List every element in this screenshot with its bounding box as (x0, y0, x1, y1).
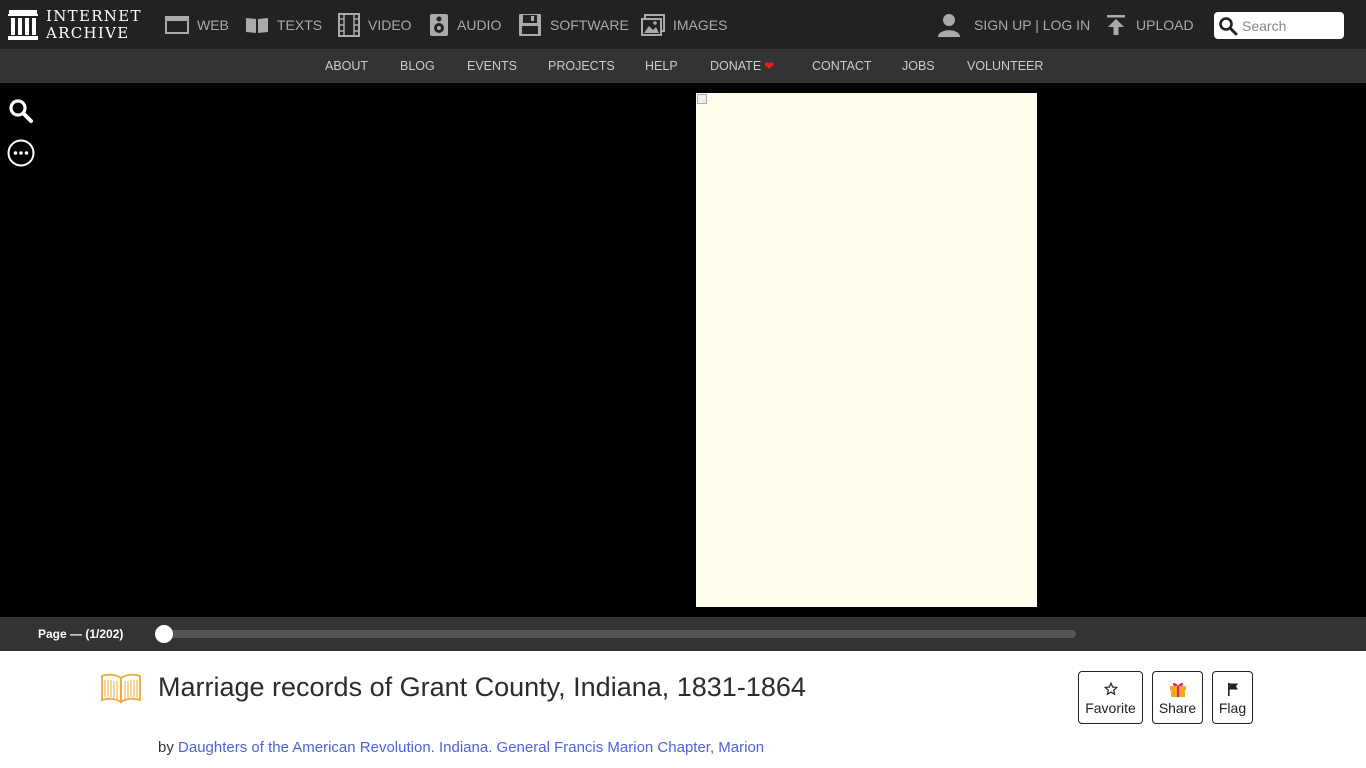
top-navigation-bar: INTERNET ARCHIVE WEB TEXTS VIDEO AUDIO S… (0, 0, 1366, 49)
nav-images[interactable]: IMAGES (641, 0, 727, 49)
open-book-icon (246, 17, 268, 33)
logo-line-2: ARCHIVE (46, 24, 130, 42)
share-button[interactable]: Share (1152, 671, 1203, 724)
nav-blog[interactable]: BLOG (400, 49, 435, 83)
upload-arrow-icon (1107, 14, 1125, 35)
nav-video-label: VIDEO (368, 16, 412, 33)
nav-about[interactable]: ABOUT (325, 49, 368, 83)
internet-archive-logo[interactable]: INTERNET ARCHIVE (8, 7, 148, 43)
nav-software-label: SOFTWARE (550, 16, 629, 33)
logo-text: INTERNET ARCHIVE (46, 8, 142, 42)
nav-donate-label: DONATE (710, 59, 762, 73)
reader-navbar: Page — (1/202) (0, 617, 1366, 651)
flag-label: Flag (1218, 699, 1247, 716)
page-slider-handle[interactable] (155, 625, 173, 643)
nav-help[interactable]: HELP (645, 49, 678, 83)
account-area: SIGN UP | LOG IN (938, 0, 1090, 49)
more-options-icon (7, 139, 35, 167)
nav-software[interactable]: SOFTWARE (518, 0, 629, 49)
flag-icon (1227, 680, 1239, 698)
heart-icon: ❤ (764, 59, 775, 73)
reader-more-options-button[interactable] (7, 139, 35, 172)
item-title: Marriage records of Grant County, Indian… (158, 672, 806, 702)
book-page-image[interactable] (696, 93, 1037, 607)
nav-jobs[interactable]: JOBS (902, 49, 935, 83)
nav-events[interactable]: EVENTS (467, 49, 517, 83)
floppy-disk-icon (519, 13, 541, 36)
nav-texts-label: TEXTS (277, 16, 323, 33)
nav-volunteer[interactable]: VOLUNTEER (967, 49, 1043, 83)
nav-web[interactable]: WEB (165, 0, 229, 49)
byline-prefix: by (158, 739, 174, 756)
page-slider[interactable] (155, 625, 1076, 643)
nav-donate[interactable]: DONATE ❤ (710, 49, 774, 83)
gift-icon (1169, 680, 1187, 698)
nav-projects[interactable]: PROJECTS (548, 49, 615, 83)
logo-line-1: INTERNET (46, 7, 142, 25)
upload-label: UPLOAD (1136, 16, 1194, 33)
book-reader (0, 83, 1366, 617)
reader-search-button[interactable] (8, 98, 34, 129)
user-icon[interactable] (938, 13, 960, 37)
sign-up-log-in-link[interactable]: SIGN UP | LOG IN (974, 17, 1090, 33)
search-icon (9, 99, 33, 123)
favorite-label: Favorite (1085, 699, 1136, 716)
secondary-navigation: ABOUT BLOG EVENTS PROJECTS HELP DONATE ❤ … (0, 49, 1366, 83)
speaker-icon (430, 13, 448, 36)
share-label: Share (1158, 699, 1197, 716)
nav-audio[interactable]: AUDIO (429, 0, 501, 49)
nav-web-label: WEB (197, 16, 229, 33)
item-byline: by Daughters of the American Revolution.… (158, 739, 764, 756)
flag-button[interactable]: Flag (1212, 671, 1253, 724)
broken-image-icon (697, 94, 707, 104)
nav-images-label: IMAGES (673, 16, 728, 33)
item-type-icon (100, 672, 142, 709)
film-strip-icon (338, 12, 360, 37)
archive-building-icon (8, 10, 38, 40)
upload-button[interactable]: UPLOAD (1106, 0, 1194, 49)
creator-link[interactable]: Daughters of the American Revolution. In… (178, 739, 764, 756)
nav-contact[interactable]: CONTACT (812, 49, 872, 83)
open-book-icon (101, 673, 141, 704)
favorite-button[interactable]: Favorite (1078, 671, 1143, 724)
search-input[interactable] (1242, 17, 1340, 34)
page-number-label: Page — (1/202) (38, 627, 124, 641)
web-window-icon (165, 15, 189, 34)
star-icon (1103, 680, 1118, 698)
nav-video[interactable]: VIDEO (338, 0, 412, 49)
nav-audio-label: AUDIO (457, 16, 502, 33)
search-icon[interactable] (1218, 16, 1238, 36)
nav-texts[interactable]: TEXTS (245, 0, 322, 49)
image-icon (641, 13, 665, 36)
search-box (1214, 12, 1344, 39)
